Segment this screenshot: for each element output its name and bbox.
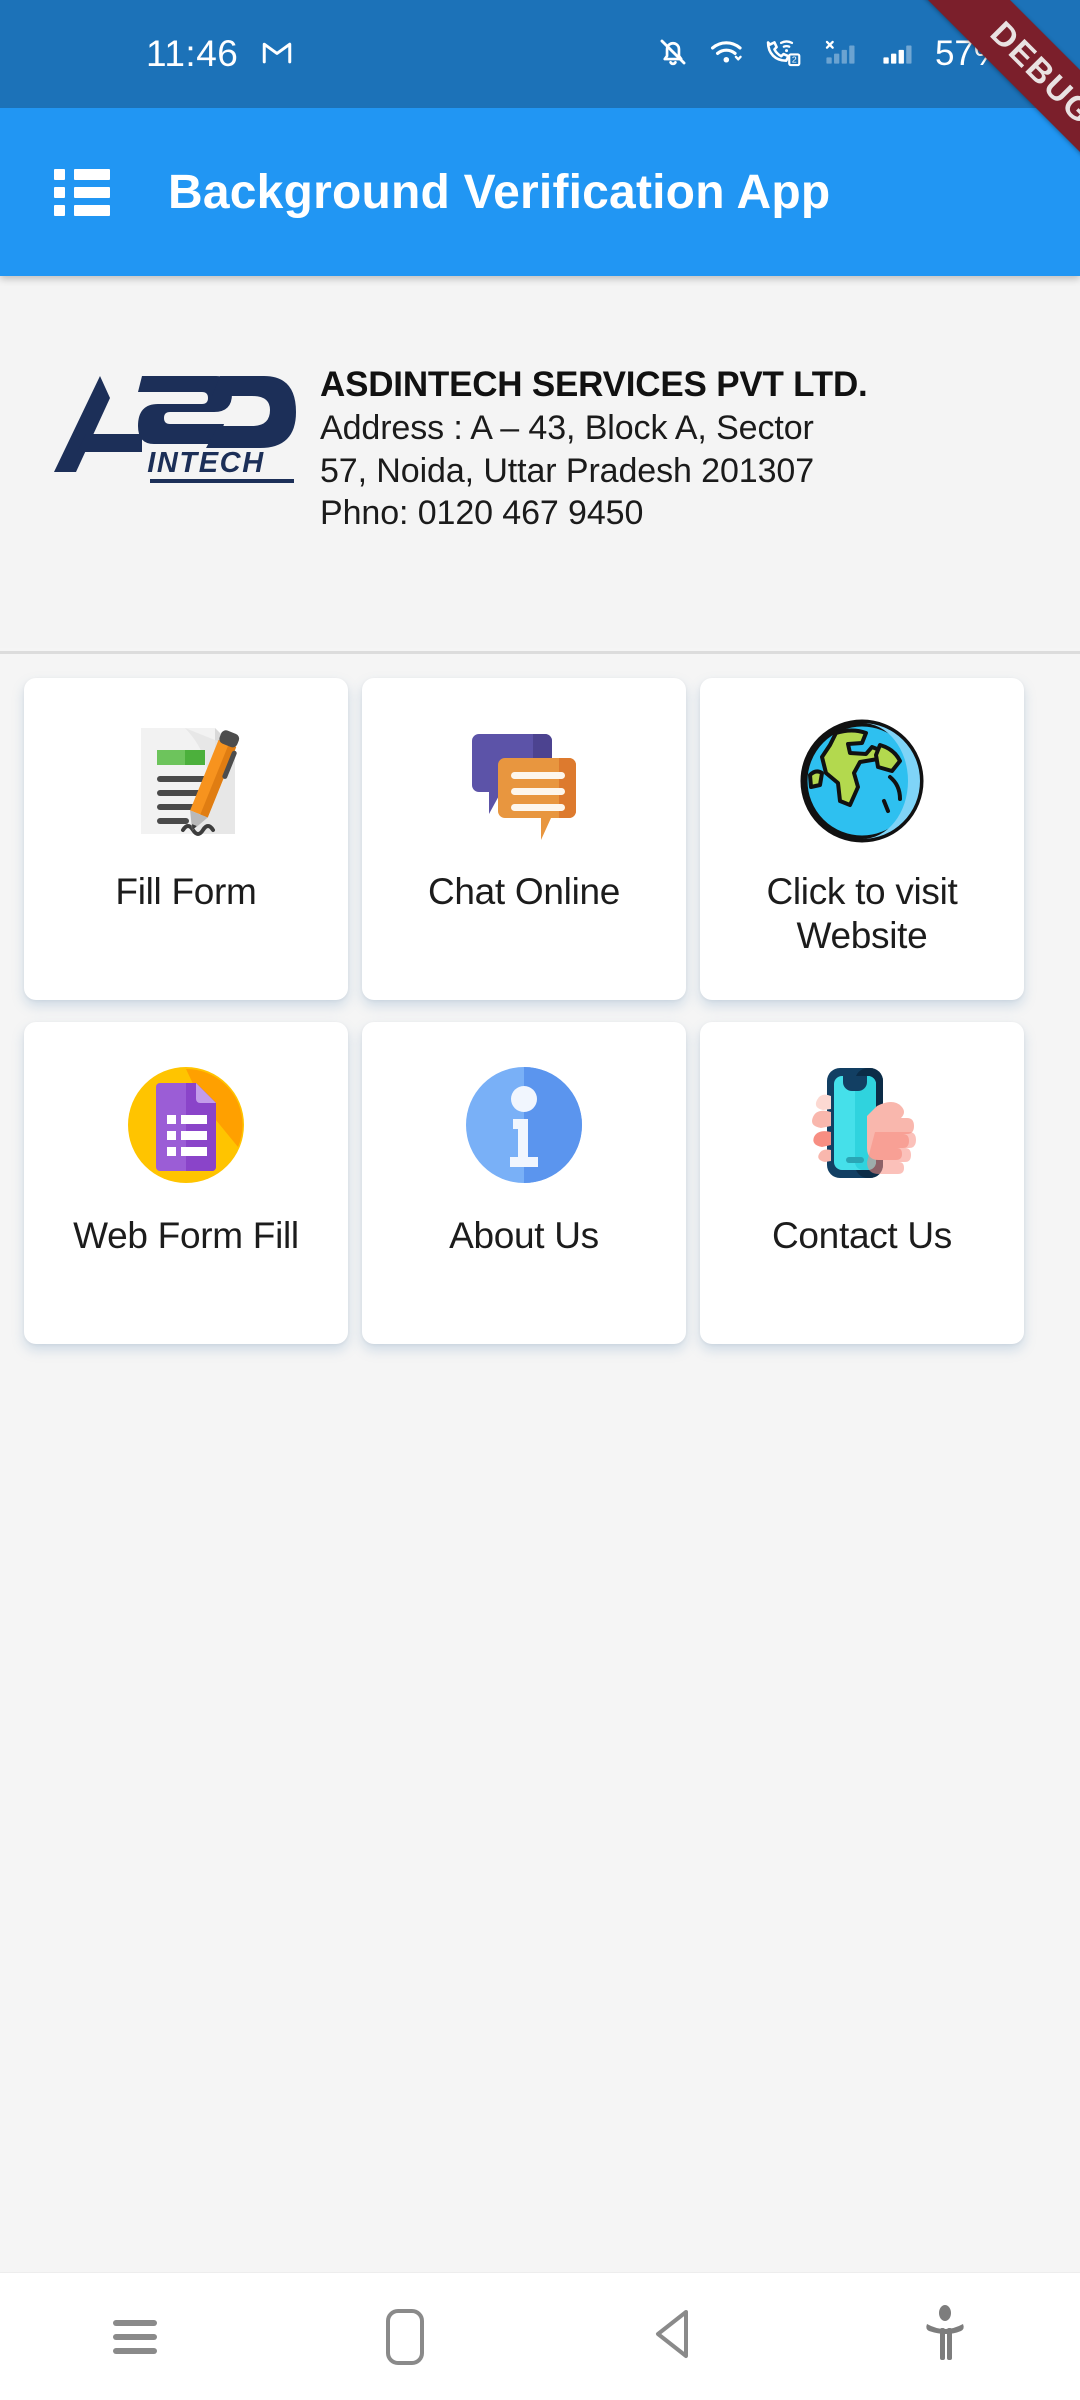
back-triangle-icon — [648, 2306, 702, 2367]
document-with-pen-icon — [24, 706, 348, 856]
notifications-off-icon — [656, 35, 690, 74]
tile-label: Chat Online — [427, 871, 621, 912]
tile-label: Click to visit Website — [766, 871, 958, 956]
info-circle-icon — [362, 1050, 686, 1200]
battery-charging-icon — [1024, 35, 1054, 74]
accessibility-button[interactable] — [810, 2273, 1080, 2400]
wifi-icon — [709, 35, 745, 74]
company-phone: Phno: 0120 467 9450 — [320, 494, 644, 533]
tile-visit-website[interactable]: Click to visit Website — [700, 678, 1024, 1000]
tile-web-form-fill[interactable]: Web Form Fill — [24, 1022, 348, 1344]
tile-grid: Fill Form Chat Online Click to visit Web… — [0, 668, 1080, 1344]
chat-bubbles-icon — [362, 706, 686, 856]
app-bar: Background Verification App — [0, 108, 1080, 276]
tile-label: Fill Form — [115, 871, 257, 912]
status-bar-left: 11:46 — [146, 33, 294, 75]
svg-text:INTECH: INTECH — [147, 447, 265, 479]
gmail-m-icon — [260, 35, 294, 74]
battery-percent-label: 57% — [934, 34, 1005, 73]
signal-no-service-icon — [821, 35, 859, 74]
tile-contact-us[interactable]: Contact Us — [700, 1022, 1024, 1344]
bottom-navigation-bar — [0, 2272, 1080, 2400]
vowifi-call-sim2-icon: 2 — [764, 35, 802, 74]
status-bar: 11:46 2 57% — [0, 0, 1080, 108]
hand-holding-phone-icon — [700, 1050, 1024, 1200]
company-address-line-2: 57, Noida, Uttar Pradesh 201307 — [320, 451, 815, 490]
company-name: ASDINTECH SERVICES PVT LTD. — [320, 365, 868, 404]
svg-text:2: 2 — [792, 54, 797, 64]
tile-label: Web Form Fill — [73, 1215, 299, 1256]
status-bar-clock: 11:46 — [146, 33, 239, 74]
signal-bars-icon — [878, 35, 916, 74]
tile-label: About Us — [449, 1215, 599, 1256]
accessibility-person-icon — [922, 2304, 968, 2369]
home-rounded-square-icon — [386, 2308, 424, 2365]
tile-chat-online[interactable]: Chat Online — [362, 678, 686, 1000]
section-divider — [0, 651, 1080, 654]
tile-about-us[interactable]: About Us — [362, 1022, 686, 1344]
tile-label: Contact Us — [771, 1215, 952, 1256]
app-title: Background Verification App — [168, 165, 831, 219]
home-button[interactable] — [270, 2273, 540, 2400]
recents-button[interactable] — [0, 2273, 270, 2400]
list-menu-icon — [54, 162, 110, 223]
company-header: INTECH ASDINTECH SERVICES PVT LTD. Addre… — [0, 276, 1080, 648]
back-button[interactable] — [540, 2273, 810, 2400]
google-forms-icon — [24, 1050, 348, 1200]
tile-fill-form[interactable]: Fill Form — [24, 678, 348, 1000]
company-logo: INTECH — [46, 368, 302, 488]
hamburger-icon — [113, 2312, 157, 2362]
company-address-line-1: Address : A – 43, Block A, Sector — [320, 408, 814, 447]
globe-icon — [700, 706, 1024, 856]
company-text-block: ASDINTECH SERVICES PVT LTD. Address : A … — [320, 362, 868, 535]
status-bar-right: 2 57% — [656, 34, 1054, 74]
menu-button[interactable] — [22, 132, 142, 252]
